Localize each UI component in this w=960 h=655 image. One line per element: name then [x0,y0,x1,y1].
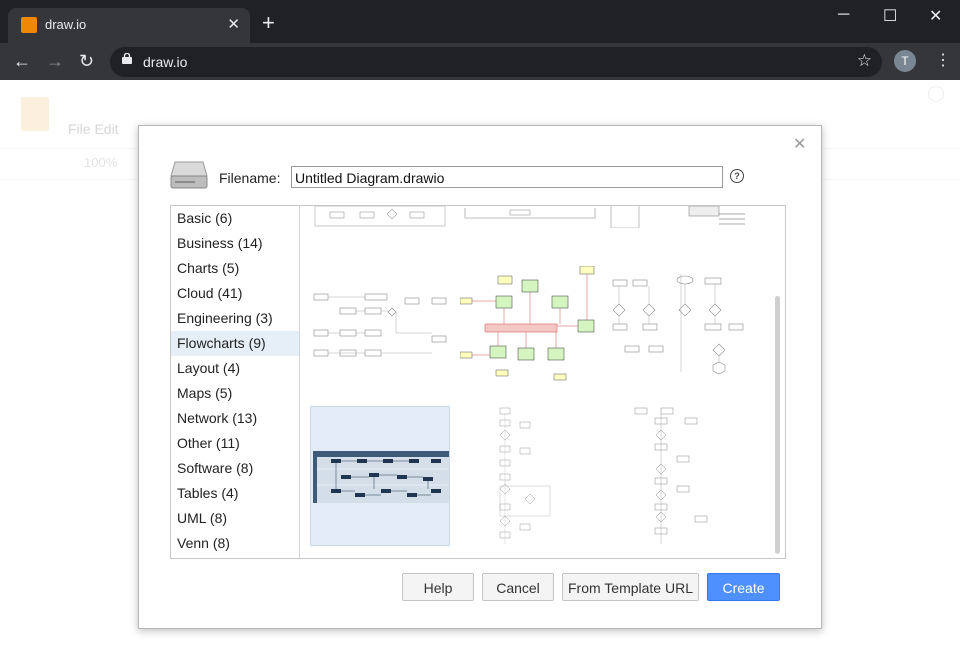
tab-close-icon[interactable]: ✕ [227,15,240,33]
category-list: Basic (6) Business (14) Charts (5) Cloud… [171,206,300,558]
browser-toolbar: ← → ↻ draw.io ☆ T ⋮ [0,43,960,80]
category-item[interactable]: Basic (6) [171,206,299,231]
template-panel: Basic (6) Business (14) Charts (5) Cloud… [170,205,786,559]
back-icon[interactable]: ← [13,51,31,72]
template-thumbnail[interactable] [459,265,600,406]
browser-tabstrip: draw.io ✕ + ─ ☐ ✕ [0,0,960,43]
template-thumbnail[interactable] [310,266,450,406]
new-tab-icon[interactable]: + [262,12,275,34]
hard-drive-icon [170,161,208,189]
category-item[interactable]: Business (14) [171,231,299,256]
profile-avatar[interactable]: T [894,50,916,72]
tab-title: draw.io [45,17,87,32]
template-scrollbar[interactable] [775,296,780,554]
cancel-button[interactable]: Cancel [482,573,554,601]
maximize-icon[interactable]: ☐ [883,6,897,26]
category-item[interactable]: Cloud (41) [171,281,299,306]
drawio-favicon-icon [21,17,37,33]
category-item-selected[interactable]: Flowcharts (9) [171,331,299,356]
category-item[interactable]: Maps (5) [171,381,299,406]
category-item[interactable]: Network (13) [171,406,299,431]
template-thumbnail-selected[interactable] [310,406,450,546]
category-item[interactable]: Engineering (3) [171,306,299,331]
lock-icon [122,53,132,64]
category-item[interactable]: Charts (5) [171,256,299,281]
forward-icon[interactable]: → [46,51,64,72]
template-thumbnail[interactable] [605,406,745,546]
category-item[interactable]: Layout (4) [171,356,299,381]
new-diagram-dialog: ✕ Filename: Untitled Diagram.drawio ? Ba… [138,125,822,629]
minimize-icon[interactable]: ─ [838,6,849,24]
create-button[interactable]: Create [707,573,780,601]
category-item[interactable]: Other (11) [171,431,299,456]
category-item[interactable]: Software (8) [171,456,299,481]
filename-label: Filename: [219,170,281,186]
dialog-close-icon[interactable]: ✕ [793,134,806,154]
url-text: draw.io [143,54,188,70]
category-item[interactable]: UML (8) [171,506,299,531]
bookmark-star-icon[interactable]: ☆ [857,51,872,71]
template-thumbnail[interactable] [605,206,745,229]
address-bar[interactable]: draw.io ☆ [110,47,882,77]
template-thumbnail-grid [300,206,785,558]
category-item[interactable]: Venn (8) [171,531,299,556]
filename-input[interactable]: Untitled Diagram.drawio [291,166,723,188]
window-close-icon[interactable]: ✕ [929,6,942,26]
browser-menu-icon[interactable]: ⋮ [935,50,951,70]
reload-icon[interactable]: ↻ [79,51,94,72]
template-thumbnail[interactable] [310,206,450,228]
template-thumbnail[interactable] [460,406,600,546]
help-question-icon[interactable]: ? [730,169,744,183]
help-button[interactable]: Help [402,573,474,601]
template-thumbnail[interactable] [605,266,745,406]
category-item[interactable]: Tables (4) [171,481,299,506]
from-template-url-button[interactable]: From Template URL [562,573,699,601]
browser-tab[interactable]: draw.io ✕ [8,8,250,43]
template-thumbnail[interactable] [460,206,600,228]
